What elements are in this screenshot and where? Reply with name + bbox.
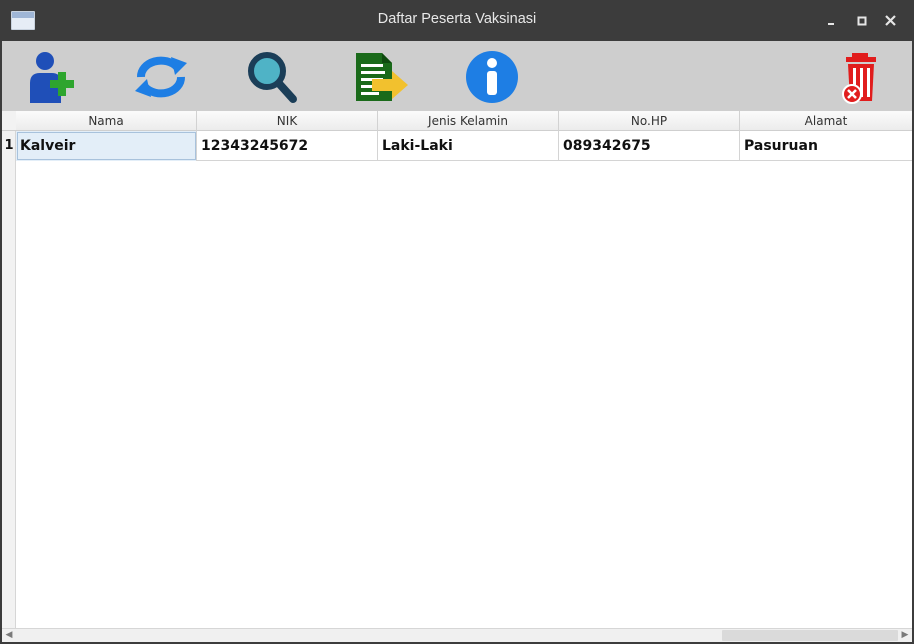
row-number[interactable]: 1	[2, 131, 16, 161]
column-header-jenis-kelamin[interactable]: Jenis Kelamin	[378, 111, 559, 131]
search-icon	[248, 52, 297, 103]
maximize-button[interactable]	[853, 12, 871, 30]
close-icon	[885, 15, 896, 26]
table-row[interactable]: Kalveir 12343245672 Laki-Laki 089342675 …	[16, 131, 912, 161]
cell-alamat[interactable]: Pasuruan	[740, 131, 912, 161]
horizontal-scrollbar[interactable]: ◀ ▶	[2, 628, 912, 642]
column-header-no-hp[interactable]: No.HP	[559, 111, 740, 131]
info-button[interactable]	[464, 49, 520, 105]
column-header-nama[interactable]: Nama	[16, 111, 197, 131]
close-button[interactable]	[882, 12, 900, 30]
cell-nama[interactable]: Kalveir	[16, 131, 197, 161]
title-bar[interactable]: Daftar Peserta Vaksinasi	[0, 0, 914, 41]
export-document-icon	[356, 53, 408, 101]
row-header-column	[2, 111, 16, 628]
scrollbar-thumb[interactable]	[722, 630, 898, 641]
refresh-icon	[135, 56, 187, 98]
trash-icon	[842, 53, 876, 104]
toolbar	[2, 41, 912, 111]
refresh-button[interactable]	[133, 49, 189, 105]
data-table[interactable]: Nama NIK Jenis Kelamin No.HP Alamat 1 Ka…	[2, 111, 912, 628]
table-header: Nama NIK Jenis Kelamin No.HP Alamat	[16, 111, 912, 131]
minimize-icon	[828, 23, 834, 25]
search-button[interactable]	[245, 49, 301, 105]
export-button[interactable]	[352, 49, 408, 105]
info-icon	[466, 51, 518, 103]
maximize-icon	[857, 16, 867, 26]
table-corner[interactable]	[2, 111, 16, 131]
cell-no-hp[interactable]: 089342675	[559, 131, 740, 161]
window-title: Daftar Peserta Vaksinasi	[377, 11, 537, 27]
column-header-nik[interactable]: NIK	[197, 111, 378, 131]
add-user-icon	[30, 52, 74, 103]
scroll-right-arrow[interactable]: ▶	[898, 629, 912, 642]
cell-jenis-kelamin[interactable]: Laki-Laki	[378, 131, 559, 161]
scroll-left-arrow[interactable]: ◀	[2, 629, 16, 642]
column-header-alamat[interactable]: Alamat	[740, 111, 912, 131]
add-user-button[interactable]	[26, 49, 82, 105]
minimize-button[interactable]	[822, 12, 840, 30]
cell-nik[interactable]: 12343245672	[197, 131, 378, 161]
app-window: Daftar Peserta Vaksinasi Nama NIK Jenis …	[0, 0, 914, 644]
delete-button[interactable]	[838, 49, 894, 105]
